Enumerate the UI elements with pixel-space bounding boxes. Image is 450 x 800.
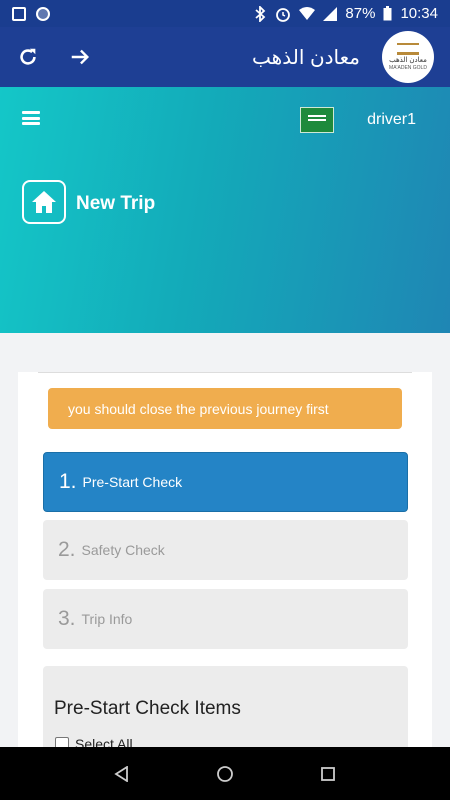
step-number: 3. <box>58 607 76 630</box>
back-button[interactable] <box>112 764 132 784</box>
step-safety-check[interactable]: 2. Safety Check <box>43 520 408 580</box>
language-flag-icon[interactable] <box>300 107 334 133</box>
home-button[interactable] <box>215 764 235 784</box>
bluetooth-icon <box>255 5 266 22</box>
header-banner: driver1 New Trip <box>0 87 450 333</box>
trip-card: you should close the previous journey fi… <box>18 372 432 766</box>
step-label: Safety Check <box>81 542 165 558</box>
status-bar: 87% 10:34 <box>0 0 450 27</box>
app-notification-icon <box>36 6 50 21</box>
step-number: 1. <box>59 470 77 493</box>
refresh-icon <box>20 48 36 65</box>
battery-percent: 87% <box>345 5 376 22</box>
battery-icon <box>383 6 392 21</box>
forward-button[interactable] <box>68 45 92 69</box>
menu-button[interactable] <box>22 111 40 125</box>
clock: 10:34 <box>400 5 438 22</box>
app-bar: معادن الذهب معادن الذهب MA'ADEN GOLD <box>0 27 450 87</box>
company-logo: معادن الذهب MA'ADEN GOLD <box>382 31 434 83</box>
step-number: 2. <box>58 538 76 561</box>
alarm-icon <box>276 7 291 22</box>
photo-notification-icon <box>12 6 26 21</box>
page-title: New Trip <box>76 193 156 214</box>
back-triangle-icon <box>113 765 128 782</box>
system-nav-bar <box>0 747 450 800</box>
logo-english-text: MA'ADEN GOLD <box>389 65 427 71</box>
home-icon[interactable] <box>22 180 66 224</box>
wifi-icon <box>299 6 316 20</box>
panel-title: Pre-Start Check Items <box>54 698 241 719</box>
warning-alert: you should close the previous journey fi… <box>48 388 402 429</box>
refresh-button[interactable] <box>16 45 40 69</box>
home-circle-icon <box>217 765 233 782</box>
username[interactable]: driver1 <box>367 111 416 129</box>
recents-square-icon <box>321 766 336 781</box>
app-title: معادن الذهب <box>252 46 360 69</box>
logo-arabic-text: معادن الذهب <box>389 57 427 64</box>
step-label: Trip Info <box>81 611 133 627</box>
step-trip-info[interactable]: 3. Trip Info <box>43 589 408 649</box>
recents-button[interactable] <box>318 764 338 784</box>
step-pre-start-check[interactable]: 1. Pre-Start Check <box>43 452 408 512</box>
arrow-right-icon <box>71 49 90 65</box>
signal-icon <box>323 6 338 21</box>
step-label: Pre-Start Check <box>82 474 183 490</box>
